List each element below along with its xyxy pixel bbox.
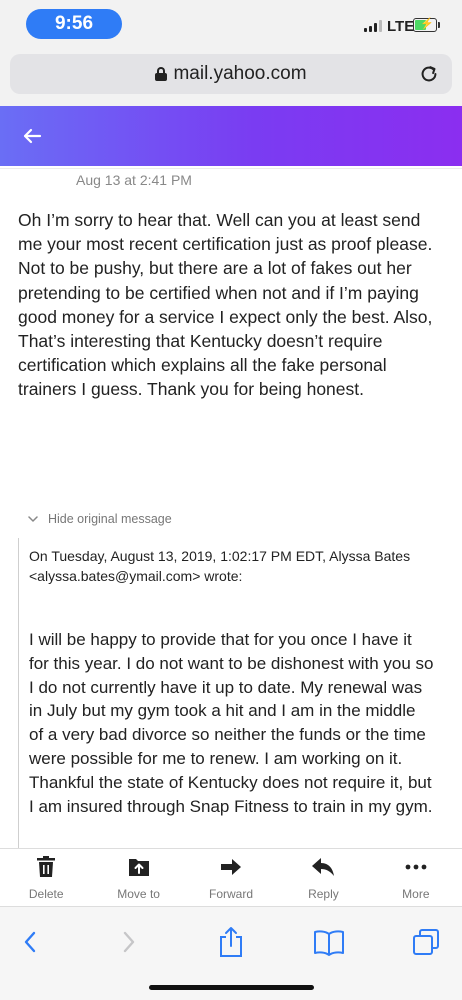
reply-button[interactable]: Reply — [277, 849, 369, 906]
lock-icon — [155, 67, 168, 81]
quoted-body: I will be happy to provide that for you … — [29, 630, 434, 816]
quoted-message: On Tuesday, August 13, 2019, 1:02:17 PM … — [18, 538, 448, 848]
forward-label: Forward — [209, 887, 254, 901]
chevron-down-icon — [28, 516, 38, 522]
safari-forward-icon — [123, 931, 135, 953]
more-label: More — [402, 887, 430, 901]
quoted-header: On Tuesday, August 13, 2019, 1:02:17 PM … — [29, 548, 411, 584]
signal-icon — [364, 20, 382, 32]
bookmarks-icon — [314, 930, 344, 956]
status-bar: 9:56 LTE ⚡ — [0, 0, 462, 48]
tabs-icon — [413, 929, 439, 955]
reply-icon — [312, 858, 335, 876]
safari-forward-button[interactable] — [113, 927, 145, 957]
battery-icon: ⚡ — [413, 18, 440, 32]
back-arrow-icon[interactable] — [20, 124, 44, 148]
more-icon — [405, 864, 427, 870]
reply-label: Reply — [308, 887, 339, 901]
browser-address-area: mail.yahoo.com — [0, 48, 462, 106]
message-date: Aug 13 at 2:41 PM — [76, 172, 192, 188]
move-to-button[interactable]: Move to — [92, 849, 184, 906]
safari-back-button[interactable] — [14, 927, 46, 957]
share-icon — [220, 927, 242, 957]
home-indicator[interactable] — [149, 985, 314, 990]
trash-icon — [37, 856, 56, 877]
hide-original-toggle[interactable]: Hide original message — [28, 512, 172, 526]
network-label: LTE — [387, 18, 415, 35]
forward-icon — [221, 859, 242, 875]
message-body: Oh I’m sorry to hear that. Well can you … — [18, 210, 433, 400]
share-button[interactable] — [215, 927, 247, 957]
delete-label: Delete — [28, 887, 64, 901]
url-text: mail.yahoo.com — [173, 63, 307, 84]
delete-button[interactable]: Delete — [0, 849, 92, 906]
more-button[interactable]: More — [370, 849, 462, 906]
mail-action-toolbar: Delete Move to Forward Reply More — [0, 848, 462, 906]
header-divider — [0, 168, 462, 169]
tabs-button[interactable] — [410, 927, 442, 957]
hide-original-label: Hide original message — [48, 512, 172, 526]
forward-button[interactable]: Forward — [185, 849, 277, 906]
move-to-icon — [128, 859, 149, 876]
reload-icon[interactable] — [418, 63, 440, 85]
mail-header — [0, 106, 462, 166]
status-time: 9:56 — [26, 9, 122, 39]
safari-back-icon — [24, 931, 36, 953]
move-to-label: Move to — [117, 887, 160, 901]
bookmarks-button[interactable] — [313, 927, 345, 957]
address-bar[interactable]: mail.yahoo.com — [10, 54, 452, 94]
